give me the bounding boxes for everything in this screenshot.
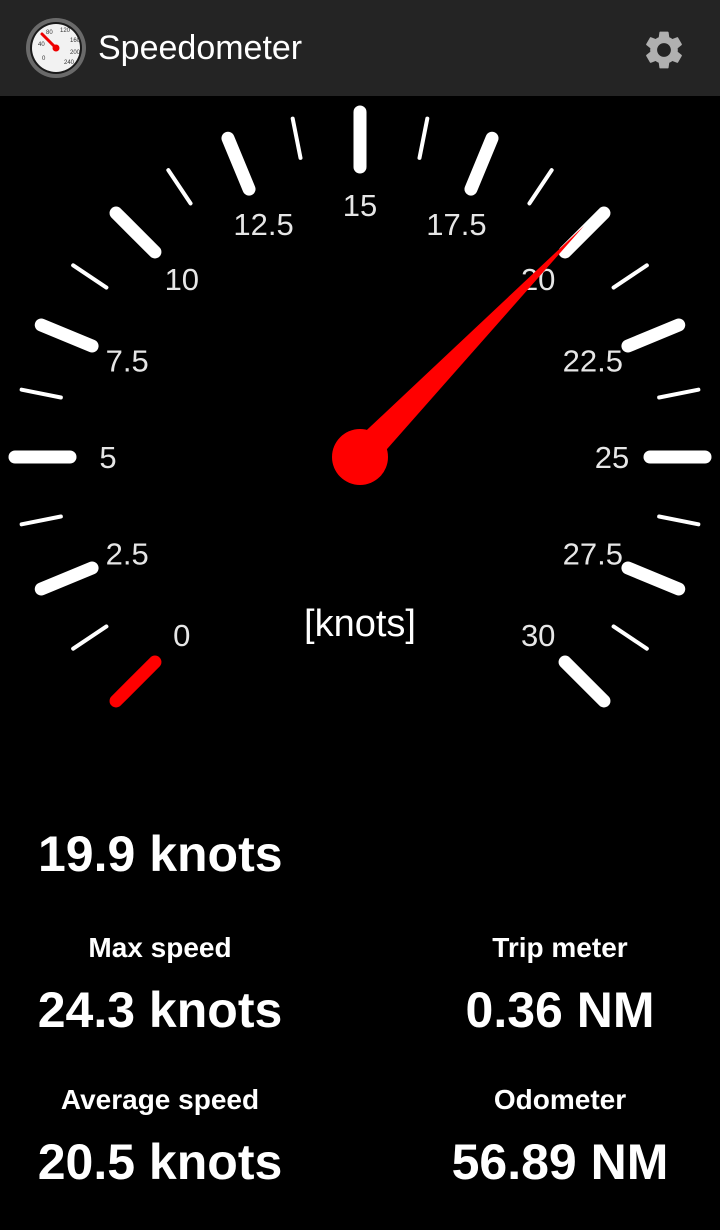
tick-label: 0 [173,618,190,653]
gauge-unit-label: [knots] [304,603,416,645]
tick-label: 10 [165,262,199,297]
gauge-needle [332,225,585,485]
tick-label: 2.5 [106,536,149,571]
minor-tick [611,624,649,651]
app-title: Speedometer [98,29,303,67]
odometer-stat: Odometer 56.89 NM [400,1082,720,1192]
tick-label: 20 [521,262,555,297]
svg-text:40: 40 [38,42,45,48]
max-speed-stat: Max speed 24.3 knots [0,930,320,1040]
tick-label: 7.5 [106,344,149,379]
major-tick [558,655,611,708]
tick-label: 22.5 [563,344,623,379]
major-tick [464,131,499,196]
minor-tick [19,387,63,400]
max-speed-label: Max speed [88,932,232,963]
tick-label: 5 [99,440,116,475]
trip-meter-label: Trip meter [492,932,628,963]
gauge-labels: 0 2.5 5 7.5 10 12.5 15 17.5 20 22.5 25 27.5 30 [99,188,629,653]
tick-label: 12.5 [233,207,293,242]
minor-tick [19,514,63,527]
svg-text:240: 240 [64,60,75,66]
tick-label: 27.5 [563,536,623,571]
major-tick [221,131,256,196]
average-speed-label: Average speed [60,1084,260,1115]
settings-button[interactable] [636,22,692,78]
major-tick [109,655,162,708]
app-bar: 40 80 120 160 200 240 0 Speedometer [0,0,720,96]
major-tick [621,561,686,596]
minor-tick [657,514,701,527]
needle-pointer [349,225,585,468]
tick-label: 15 [343,188,377,223]
minor-tick [611,263,649,290]
average-speed-value: 20.5 knots [37,1134,283,1190]
major-tick [34,561,99,596]
minor-tick [657,387,701,400]
speedometer-app-icon: 40 80 120 160 200 240 0 [24,16,88,80]
svg-text:200: 200 [70,50,81,56]
tick-label: 17.5 [426,207,486,242]
odometer-value: 56.89 NM [451,1134,669,1190]
max-speed-value: 24.3 knots [37,982,283,1038]
major-tick [621,318,686,353]
trip-meter-stat: Trip meter 0.36 NM [400,930,720,1040]
minor-tick [290,116,303,160]
needle-hub [332,429,388,485]
svg-text:80: 80 [46,30,53,36]
minor-tick [527,168,554,206]
current-speed: 19.9 knots [38,826,283,882]
minor-tick [417,116,430,160]
major-tick [558,206,611,259]
major-tick [109,206,162,259]
major-tick [34,318,99,353]
odometer-label: Odometer [493,1084,627,1115]
tick-label: 30 [521,618,555,653]
minor-tick [166,168,193,206]
average-speed-stat: Average speed 20.5 knots [0,1082,320,1192]
svg-text:160: 160 [70,38,81,44]
svg-text:120: 120 [60,28,71,34]
gear-icon [646,31,682,69]
trip-meter-value: 0.36 NM [465,982,655,1038]
tick-label: 25 [595,440,629,475]
minor-tick [71,263,109,290]
minor-tick [71,624,109,651]
speed-gauge: 0 2.5 5 7.5 10 12.5 15 17.5 20 22.5 25 27.5 30 [knot… [8,105,712,708]
